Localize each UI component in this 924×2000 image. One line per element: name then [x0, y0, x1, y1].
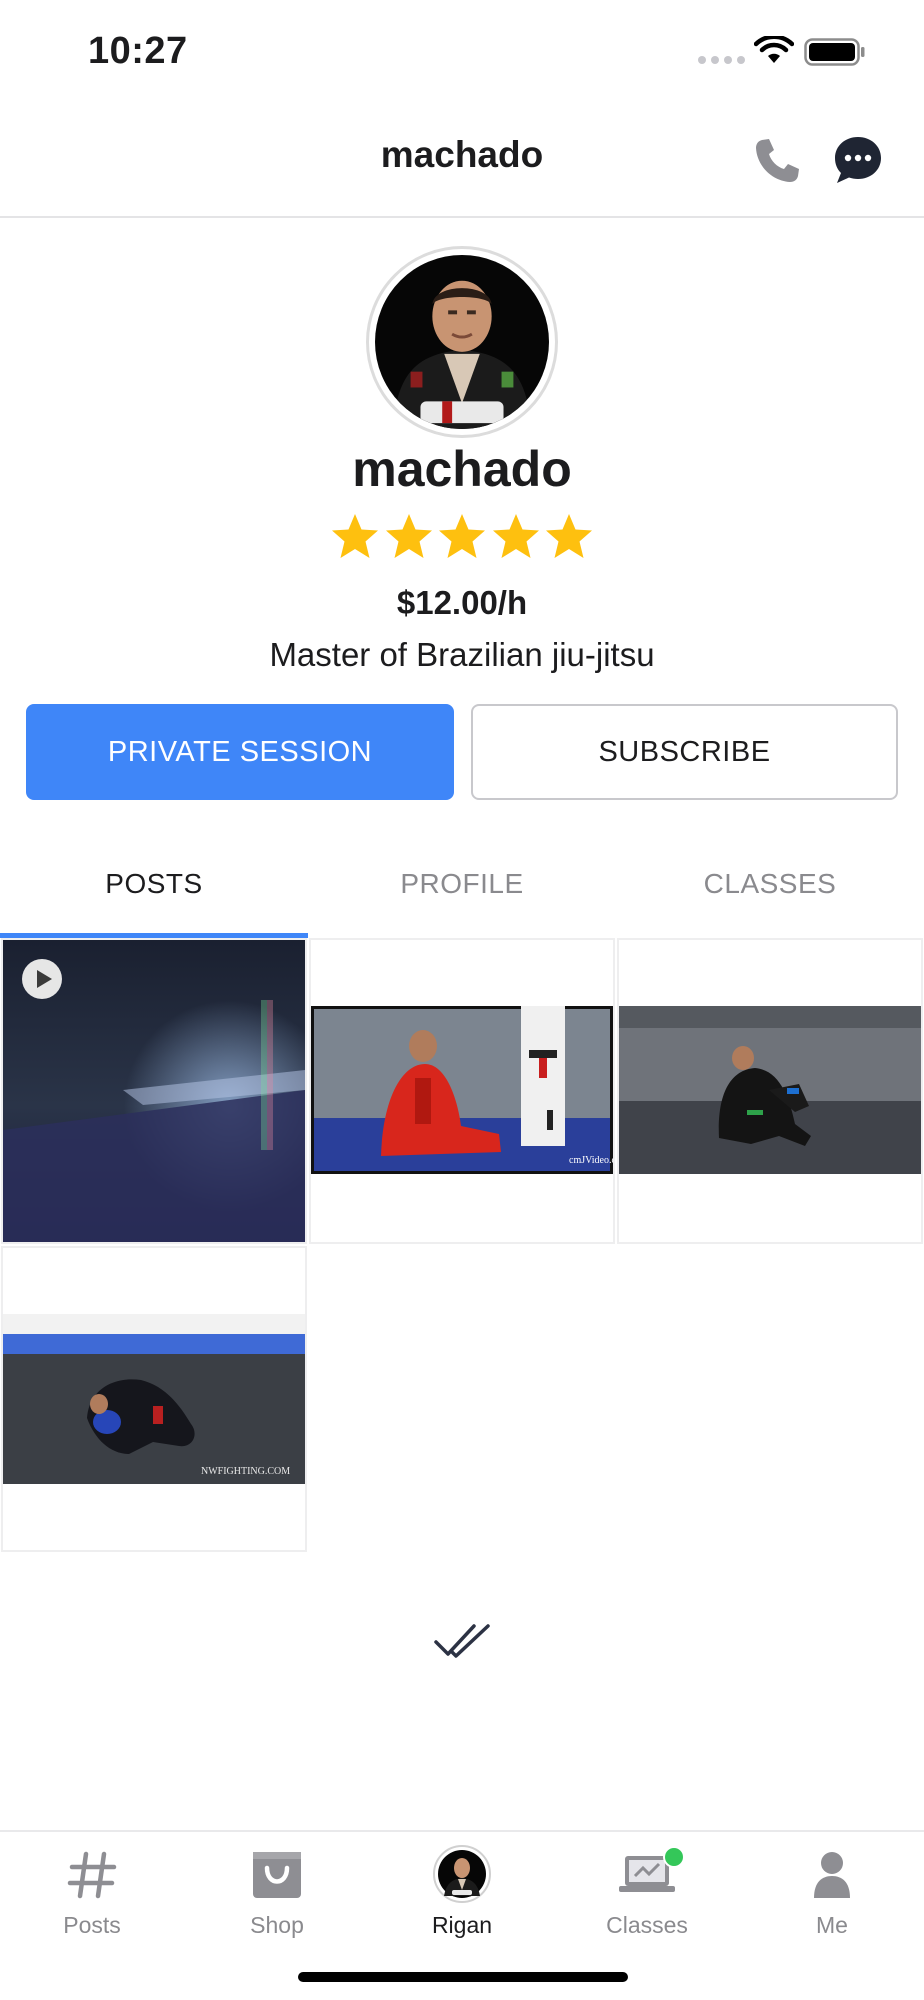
tabbar-classes[interactable]: Classes: [555, 1832, 739, 1952]
post-tile-image[interactable]: NWFIGHTING.COM: [1, 1246, 307, 1552]
tabbar-label: Me: [816, 1912, 848, 1938]
home-indicator: [298, 1972, 628, 1982]
double-check-icon: [434, 1624, 490, 1658]
nav-bar: machado: [0, 100, 924, 218]
star-icon: [332, 514, 378, 558]
star-icon: [439, 514, 485, 558]
thumbnail-watermark: cmJVideo.com: [569, 1155, 613, 1166]
notification-badge: [663, 1846, 685, 1868]
profile-headline: Master of Brazilian jiu-jitsu: [269, 636, 655, 673]
status-bar: 10:27: [0, 0, 924, 100]
hourly-price: $12.00/h: [396, 584, 528, 621]
battery-icon: [804, 38, 865, 66]
person-icon: [814, 1852, 850, 1898]
post-tile-video[interactable]: [1, 938, 307, 1244]
post-thumbnail: cmJVideo.com: [311, 1006, 613, 1174]
cellular-signal-icon: [698, 56, 745, 64]
tabbar-label: Classes: [606, 1912, 688, 1938]
tabbar-label: Rigan: [431, 1912, 493, 1938]
profile-screen: 10:27 machado machado $12.00/h Master of…: [0, 0, 924, 2000]
post-thumbnail: [619, 1006, 921, 1174]
post-thumbnail: NWFIGHTING.COM: [3, 1314, 305, 1484]
tabbar-label: Shop: [250, 1912, 304, 1938]
post-tile-image[interactable]: [617, 938, 923, 1244]
thumbnail-watermark: NWFIGHTING.COM: [201, 1466, 290, 1477]
tabbar-me[interactable]: Me: [740, 1832, 924, 1952]
tabbar-rigan[interactable]: Rigan: [370, 1832, 554, 1952]
star-icon: [385, 514, 432, 558]
play-icon: [22, 959, 62, 999]
star-icon: [492, 514, 539, 558]
profile-name: machado: [352, 441, 572, 497]
tabbar-label: Posts: [63, 1912, 121, 1938]
avatar-icon: [433, 1845, 491, 1903]
subscribe-button[interactable]: SUBSCRIBE: [471, 704, 898, 800]
profile-avatar[interactable]: [366, 246, 558, 438]
post-tile-image[interactable]: cmJVideo.com: [309, 938, 615, 1244]
tab-classes[interactable]: CLASSES: [616, 830, 924, 938]
tabbar-posts[interactable]: Posts: [0, 1832, 184, 1952]
phone-icon[interactable]: [752, 136, 802, 186]
rating-stars: [330, 512, 594, 564]
tab-profile[interactable]: PROFILE: [308, 830, 616, 938]
chat-bubble-icon[interactable]: [832, 134, 884, 186]
profile-tabs: POSTS PROFILE CLASSES: [0, 830, 924, 938]
hash-icon: [67, 1851, 117, 1899]
shopping-bag-icon: [253, 1852, 301, 1898]
private-session-button[interactable]: PRIVATE SESSION: [26, 704, 454, 800]
wifi-icon: [754, 36, 794, 63]
avatar-photo: [375, 255, 549, 429]
tab-posts[interactable]: POSTS: [0, 830, 308, 938]
tabbar-shop[interactable]: Shop: [185, 1832, 369, 1952]
star-icon: [546, 514, 592, 558]
status-time: 10:27: [88, 30, 188, 72]
